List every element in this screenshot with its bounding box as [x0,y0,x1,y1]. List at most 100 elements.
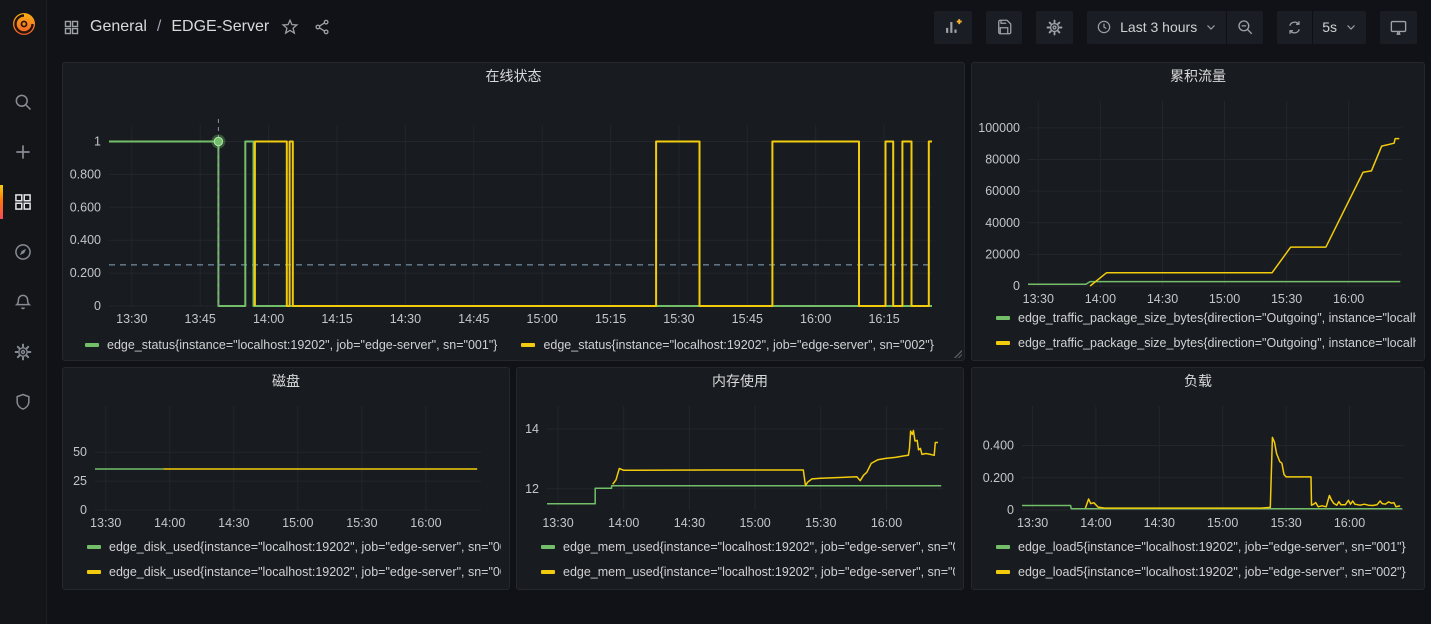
svg-text:0.600: 0.600 [70,200,101,214]
chart-memory[interactable]: 121413:3014:0014:3015:0015:3016:00 [517,394,963,535]
svg-text:0: 0 [1007,503,1014,517]
svg-text:14:00: 14:00 [253,312,284,326]
dashboard-grid: 在线状态 00.2000.4000.6000.800113:3013:4514:… [47,54,1431,624]
save-icon [995,18,1013,36]
legend-label: edge_traffic_package_size_bytes{directio… [1018,311,1416,325]
panel-title[interactable]: 累积流量 [972,63,1424,89]
svg-text:14:30: 14:30 [1144,516,1175,530]
svg-text:15:30: 15:30 [805,516,836,530]
panel-title[interactable]: 磁盘 [63,368,509,394]
add-panel-button[interactable] [934,11,972,44]
chart-load[interactable]: 00.2000.40013:3014:0014:3015:0015:3016:0… [972,394,1424,535]
legend-swatch [87,570,101,574]
breadcrumb: General / EDGE-Server [63,16,333,38]
time-range-picker[interactable]: Last 3 hours [1087,11,1226,44]
dashboards-grid-icon [63,19,80,36]
sidebar-item-alerting[interactable] [0,291,47,313]
svg-text:13:30: 13:30 [1023,292,1054,306]
legend-swatch [996,316,1010,320]
magnifier-minus-icon [1236,18,1254,36]
chart-online-status[interactable]: 00.2000.4000.6000.800113:3013:4514:0014:… [63,89,964,334]
svg-text:14:00: 14:00 [608,516,639,530]
svg-text:16:00: 16:00 [871,516,902,530]
panel-resize-handle[interactable] [953,349,962,358]
chevron-down-icon [1205,21,1217,33]
sidebar-item-dashboards[interactable] [0,191,47,213]
legend-swatch [541,545,555,549]
svg-text:14:15: 14:15 [321,312,352,326]
monitor-icon [1389,18,1408,37]
svg-text:20000: 20000 [985,247,1020,261]
svg-text:16:00: 16:00 [1333,292,1364,306]
svg-text:13:30: 13:30 [90,516,121,530]
legend-item[interactable]: edge_traffic_package_size_bytes{directio… [996,333,1416,353]
gear-icon [1045,18,1064,37]
sidebar-item-create[interactable] [0,141,47,163]
sidebar-item-server-admin[interactable] [0,391,47,413]
sidebar-item-configuration[interactable] [0,341,47,363]
svg-text:40000: 40000 [985,216,1020,230]
legend-item[interactable]: edge_traffic_package_size_bytes{directio… [996,308,1416,328]
svg-text:14:45: 14:45 [458,312,489,326]
legend-label: edge_status{instance="localhost:19202", … [543,338,933,352]
chart-disk[interactable]: 0255013:3014:0014:3015:0015:3016:00 [63,394,509,535]
refresh-button[interactable] [1277,11,1312,44]
star-icon [281,18,299,36]
svg-text:16:00: 16:00 [410,516,441,530]
svg-text:14:30: 14:30 [218,516,249,530]
svg-text:13:30: 13:30 [1017,516,1048,530]
svg-text:0: 0 [80,503,87,517]
panel-title[interactable]: 内存使用 [517,368,963,394]
legend-item[interactable]: edge_disk_used{instance="localhost:19202… [87,562,501,582]
svg-text:16:00: 16:00 [1334,516,1365,530]
refresh-controls: 5s [1277,11,1366,44]
legend-item[interactable]: edge_load5{instance="localhost:19202", j… [996,537,1416,557]
legend-item[interactable]: edge_mem_used{instance="localhost:19202"… [541,562,955,582]
svg-text:14:30: 14:30 [1147,292,1178,306]
svg-text:0.200: 0.200 [983,471,1014,485]
svg-text:15:30: 15:30 [663,312,694,326]
dashboard-toolbar: Last 3 hours 5s [934,11,1417,44]
refresh-interval-picker[interactable]: 5s [1312,11,1366,44]
svg-text:60000: 60000 [985,184,1020,198]
panel-title[interactable]: 在线状态 [63,63,964,89]
legend-label: edge_status{instance="localhost:19202", … [107,338,497,352]
panel-title[interactable]: 负载 [972,368,1424,394]
breadcrumb-folder[interactable]: General [90,18,147,36]
legend-item[interactable]: edge_status{instance="localhost:19202", … [85,338,497,352]
breadcrumb-dashboard-title[interactable]: EDGE-Server [171,18,269,36]
svg-text:80000: 80000 [985,153,1020,167]
chart-cumulative-traffic[interactable]: 02000040000600008000010000013:3014:0014:… [972,89,1424,306]
svg-text:15:45: 15:45 [732,312,763,326]
save-dashboard-button[interactable] [986,11,1022,44]
chevron-down-icon [1345,21,1357,33]
zoom-out-button[interactable] [1226,11,1263,44]
sidebar-nav [0,91,46,413]
svg-text:0.800: 0.800 [70,167,101,181]
legend: edge_disk_used{instance="localhost:19202… [63,535,509,589]
legend-swatch [996,545,1010,549]
sidebar-item-search[interactable] [0,91,47,113]
legend-item[interactable]: edge_load5{instance="localhost:19202", j… [996,562,1416,582]
sidebar-item-explore[interactable] [0,241,47,263]
bar-chart-plus-icon [943,17,963,37]
legend-label: edge_mem_used{instance="localhost:19202"… [563,540,955,554]
svg-text:14:00: 14:00 [154,516,185,530]
grafana-logo[interactable] [0,0,47,47]
svg-text:25: 25 [73,474,87,488]
shield-icon [13,392,33,412]
share-button[interactable] [311,16,333,38]
legend-item[interactable]: edge_disk_used{instance="localhost:19202… [87,537,501,557]
gear-icon [13,342,33,362]
kiosk-mode-button[interactable] [1380,11,1417,44]
legend-item[interactable]: edge_mem_used{instance="localhost:19202"… [541,537,955,557]
svg-text:15:15: 15:15 [595,312,626,326]
panel-online-status: 在线状态 00.2000.4000.6000.800113:3013:4514:… [62,62,965,361]
dashboard-settings-button[interactable] [1036,11,1073,44]
legend-label: edge_disk_used{instance="localhost:19202… [109,540,501,554]
star-button[interactable] [279,16,301,38]
legend: edge_traffic_package_size_bytes{directio… [972,306,1424,360]
legend-item[interactable]: edge_status{instance="localhost:19202", … [521,338,933,352]
svg-text:15:00: 15:00 [1209,292,1240,306]
legend-swatch [521,343,535,347]
